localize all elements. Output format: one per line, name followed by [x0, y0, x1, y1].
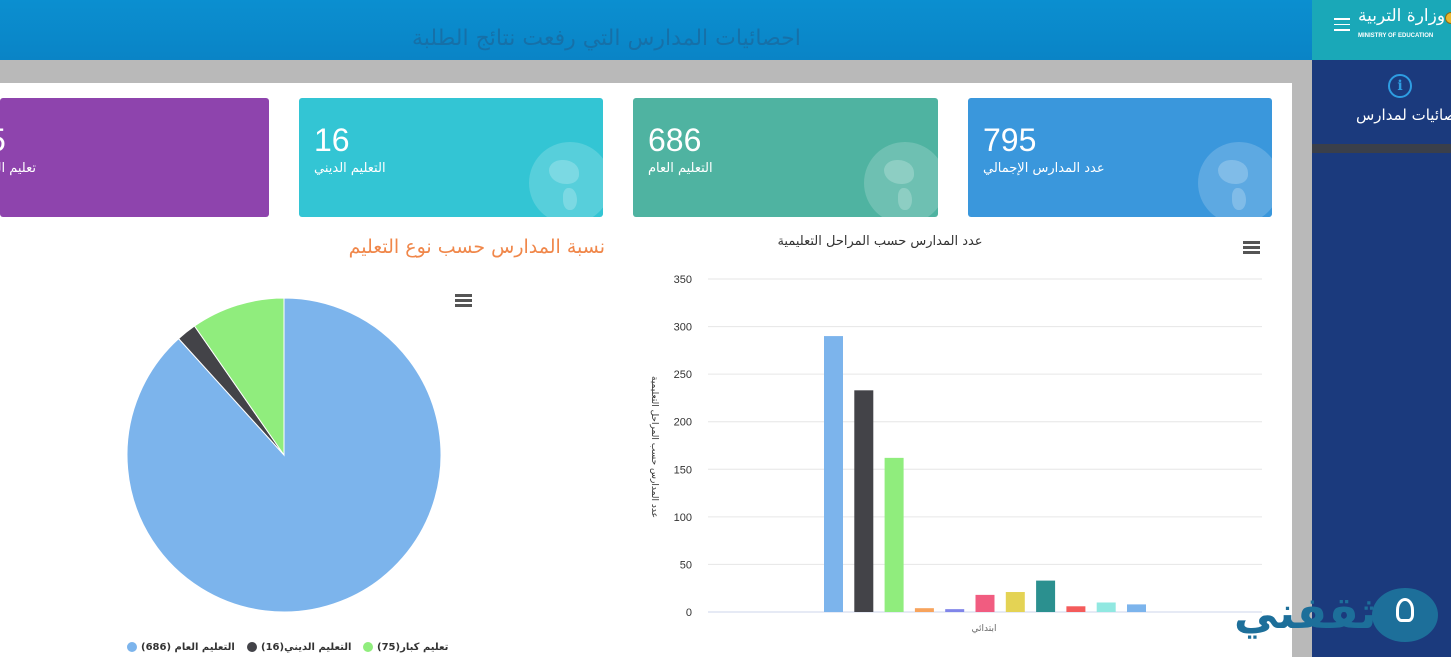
page-title: احصائيات المدارس التي رفعت نتائج الطلبة	[412, 26, 801, 51]
stat-value: 16	[314, 122, 350, 158]
hamburger-menu-icon[interactable]	[1334, 18, 1350, 32]
bar[interactable]	[1096, 602, 1116, 612]
x-tick-label: ابتدائي	[972, 624, 997, 634]
info-icon: i	[1388, 74, 1412, 98]
globe-icon	[1198, 142, 1272, 217]
legend-marker	[127, 642, 137, 652]
y-tick-label: 350	[674, 274, 692, 286]
pie-legend-item[interactable]: التعليم الديني(16)	[247, 642, 351, 653]
bar[interactable]	[1005, 592, 1025, 612]
sidebar: وزارة التربية MINISTRY OF EDUCATION i اح…	[1312, 0, 1451, 657]
stat-card-adult: 5 تعليم الكبار	[0, 98, 269, 217]
watermark-text: ثقفني	[1234, 588, 1377, 639]
brand-header: وزارة التربية MINISTRY OF EDUCATION	[1312, 0, 1451, 60]
bar[interactable]	[1066, 606, 1086, 612]
globe-icon	[529, 142, 603, 217]
stat-value: 5	[0, 122, 6, 159]
brand-name-ar: وزارة التربية	[1358, 6, 1446, 26]
y-tick-label: 0	[686, 607, 692, 619]
bar[interactable]	[884, 457, 904, 612]
globe-icon	[864, 142, 938, 217]
watermark-logo: ثقفني	[1234, 586, 1444, 646]
legend-marker	[247, 642, 257, 652]
chart-menu-icon[interactable]	[1243, 241, 1260, 254]
legend-label: التعليم العام (686)	[141, 642, 235, 653]
bar[interactable]	[975, 594, 995, 612]
lightbulb-icon	[1372, 588, 1438, 642]
bar[interactable]	[824, 336, 843, 612]
ministry-seal-icon	[1445, 12, 1451, 24]
stat-label: عدد المدارس الإجمالي	[983, 161, 1105, 176]
y-tick-label: 150	[674, 464, 692, 476]
pie-chart	[126, 297, 442, 613]
bar[interactable]	[914, 608, 934, 612]
sidebar-divider	[1312, 144, 1451, 153]
top-header: احصائيات المدارس التي رفعت نتائج الطلبة	[0, 0, 1312, 60]
legend-label: تعليم كبار(75)	[377, 642, 449, 653]
stat-card-total: 795 عدد المدارس الإجمالي	[968, 98, 1272, 217]
sidebar-item-label: احصائيات لمدارس	[1356, 106, 1451, 124]
stat-value: 795	[983, 122, 1037, 158]
pie-legend-item[interactable]: تعليم كبار(75)	[363, 642, 448, 653]
bar[interactable]	[1127, 604, 1146, 612]
y-axis-label: عدد المدارس حسب المراحل التعليمية	[649, 376, 659, 518]
pie-chart-title: نسبة المدارس حسب نوع التعليم	[348, 236, 605, 258]
legend-label: التعليم الديني(16)	[261, 642, 352, 653]
y-tick-label: 250	[674, 369, 692, 381]
pie-legend-item[interactable]: التعليم العام (686)	[127, 642, 235, 653]
legend-marker	[363, 642, 373, 652]
stat-card-religious: 16 التعليم الديني	[299, 98, 603, 217]
stat-value: 686	[648, 122, 702, 158]
bar-chart-title: عدد المدارس حسب المراحل التعليمية	[777, 234, 983, 249]
stat-label: تعليم الكبار	[0, 161, 36, 176]
y-tick-label: 200	[674, 417, 692, 429]
bar[interactable]	[1036, 580, 1056, 612]
y-tick-label: 50	[680, 559, 692, 571]
bar[interactable]	[945, 609, 965, 612]
y-tick-label: 100	[674, 512, 692, 524]
brand-name-en: MINISTRY OF EDUCATION	[1358, 33, 1434, 39]
bar[interactable]	[854, 390, 874, 612]
bar-chart: 0 50 100 150 200 250 300 350 ابتدائي عدد المدارس …	[649, 274, 1262, 634]
stat-card-general: 686 التعليم العام	[633, 98, 938, 217]
stat-label: التعليم العام	[648, 161, 713, 176]
sidebar-item-school-stats[interactable]: i احصائيات لمدارس	[1312, 64, 1451, 144]
stat-label: التعليم الديني	[314, 161, 386, 176]
y-tick-label: 300	[674, 322, 692, 334]
chart-menu-icon[interactable]	[455, 294, 472, 307]
